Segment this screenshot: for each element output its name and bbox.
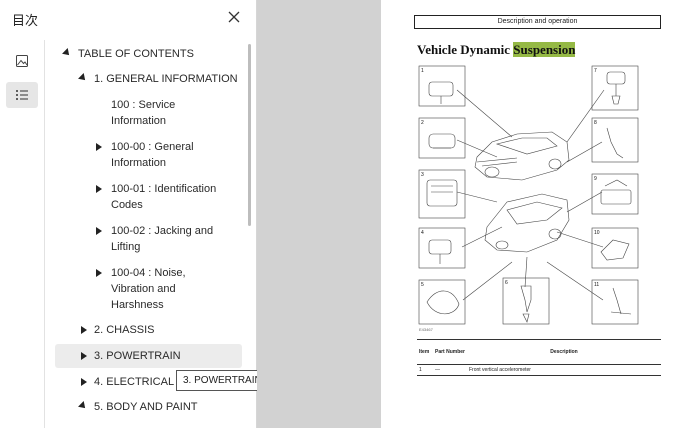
collapsed-arrow-icon (96, 143, 102, 151)
toc-item-label-line2: Codes (111, 199, 143, 211)
toc-item-label: 100-01 : Identification (111, 183, 217, 195)
close-icon (228, 11, 240, 23)
toc-item-general-info-100-00[interactable]: 100-00 : General Information (44, 139, 250, 171)
callout-10: 10 (594, 230, 600, 236)
table-row: 1 — Front vertical accelerometer (417, 364, 661, 376)
toc-item-label: 3. POWERTRAIN (94, 350, 181, 362)
image-thumbnails-icon (16, 55, 28, 67)
toc-item-label: 100-02 : Jacking and (111, 225, 214, 237)
toc-item-label: 4. ELECTRICAL (94, 376, 175, 388)
parts-table: Item Part Number Description 1 — Front v… (417, 339, 661, 376)
callout-5: 5 (421, 282, 424, 288)
callout-7: 7 (594, 68, 597, 74)
toc-item-label-line2: Information (111, 157, 167, 169)
toc-item-jacking-and-lifting[interactable]: 100-02 : Jacking and Lifting (44, 223, 250, 255)
toc-item-label: TABLE OF CONTENTS (78, 48, 194, 60)
callout-2: 2 (421, 120, 424, 126)
callout-8: 8 (594, 120, 597, 126)
table-cell: Front vertical accelerometer (467, 364, 661, 376)
callout-6: 6 (505, 280, 508, 286)
toc-item-label: 100-04 : Noise, (111, 267, 186, 279)
powertrain-tooltip: 3. POWERTRAIN (176, 370, 269, 391)
callout-4: 4 (421, 230, 424, 236)
table-header-row: Item Part Number Description (417, 339, 661, 365)
toc-item-label-line2: Information (111, 115, 167, 127)
expanded-arrow-icon (62, 48, 72, 58)
toc-item-noise-vibration-harshness[interactable]: 100-04 : Noise, Vibration and Harshness (44, 265, 250, 311)
collapsed-arrow-icon (96, 269, 102, 277)
column-header-item: Item (417, 339, 433, 365)
page-header: Description and operation (414, 15, 661, 29)
suspension-components-diagram: 1 2 3 4 5 6 7 8 9 10 11 (418, 65, 639, 325)
toc-item-label: 2. CHASSIS (94, 324, 155, 336)
toc-item-label-line2: Lifting (111, 241, 141, 253)
page-title: Vehicle Dynamic Suspension (417, 42, 576, 58)
figure-id: E43467 (419, 327, 433, 332)
outline-button[interactable] (6, 82, 38, 108)
callout-1: 1 (421, 68, 424, 74)
column-header-description: Description (467, 339, 661, 365)
toc-item-general-information[interactable]: 1. GENERAL INFORMATION (44, 71, 250, 87)
toc-item-label-line3: Harshness (111, 299, 164, 311)
toc-item-powertrain[interactable]: 3. POWERTRAIN (55, 344, 242, 368)
toc-panel: 目次 TABLE OF CONTENTS 1. GENERAL INFORMAT… (0, 0, 269, 428)
toc-item-service-information[interactable]: 100 : Service Information (44, 97, 250, 129)
document-page: Description and operation Vehicle Dynami… (381, 0, 697, 428)
search-highlight: Suspension (513, 42, 576, 57)
callout-11: 11 (594, 282, 599, 288)
expanded-arrow-icon (78, 401, 88, 411)
collapsed-arrow-icon (81, 352, 87, 360)
collapsed-arrow-icon (96, 185, 102, 193)
thumbnails-button[interactable] (6, 48, 38, 74)
column-header-part-number: Part Number (433, 339, 467, 365)
panel-side-rail (0, 40, 45, 428)
toc-item-label: 100-00 : General (111, 141, 194, 153)
expanded-arrow-icon (78, 73, 88, 83)
table-cell: — (433, 364, 467, 376)
collapsed-arrow-icon (81, 378, 87, 386)
collapsed-arrow-icon (81, 326, 87, 334)
toc-item-root[interactable]: TABLE OF CONTENTS (44, 46, 250, 62)
toc-item-label: 100 : Service (111, 99, 176, 111)
callout-9: 9 (594, 176, 597, 182)
toc-item-label: 5. BODY AND PAINT (94, 401, 198, 413)
list-outline-icon (16, 90, 28, 100)
table-cell: 1 (417, 364, 433, 376)
panel-title: 目次 (12, 13, 39, 28)
close-panel-button[interactable] (226, 9, 242, 25)
toc-item-identification-codes[interactable]: 100-01 : Identification Codes (44, 181, 250, 213)
toc-item-body-and-paint[interactable]: 5. BODY AND PAINT (44, 399, 250, 415)
toc-item-label: 1. GENERAL INFORMATION (94, 73, 238, 85)
toc-scrollbar[interactable] (248, 44, 251, 226)
collapsed-arrow-icon (96, 227, 102, 235)
title-text: Vehicle Dynamic (417, 42, 514, 57)
toc-item-label-line2: Vibration and (111, 283, 176, 295)
toc-item-chassis[interactable]: 2. CHASSIS (44, 322, 250, 338)
callout-3: 3 (421, 172, 424, 178)
